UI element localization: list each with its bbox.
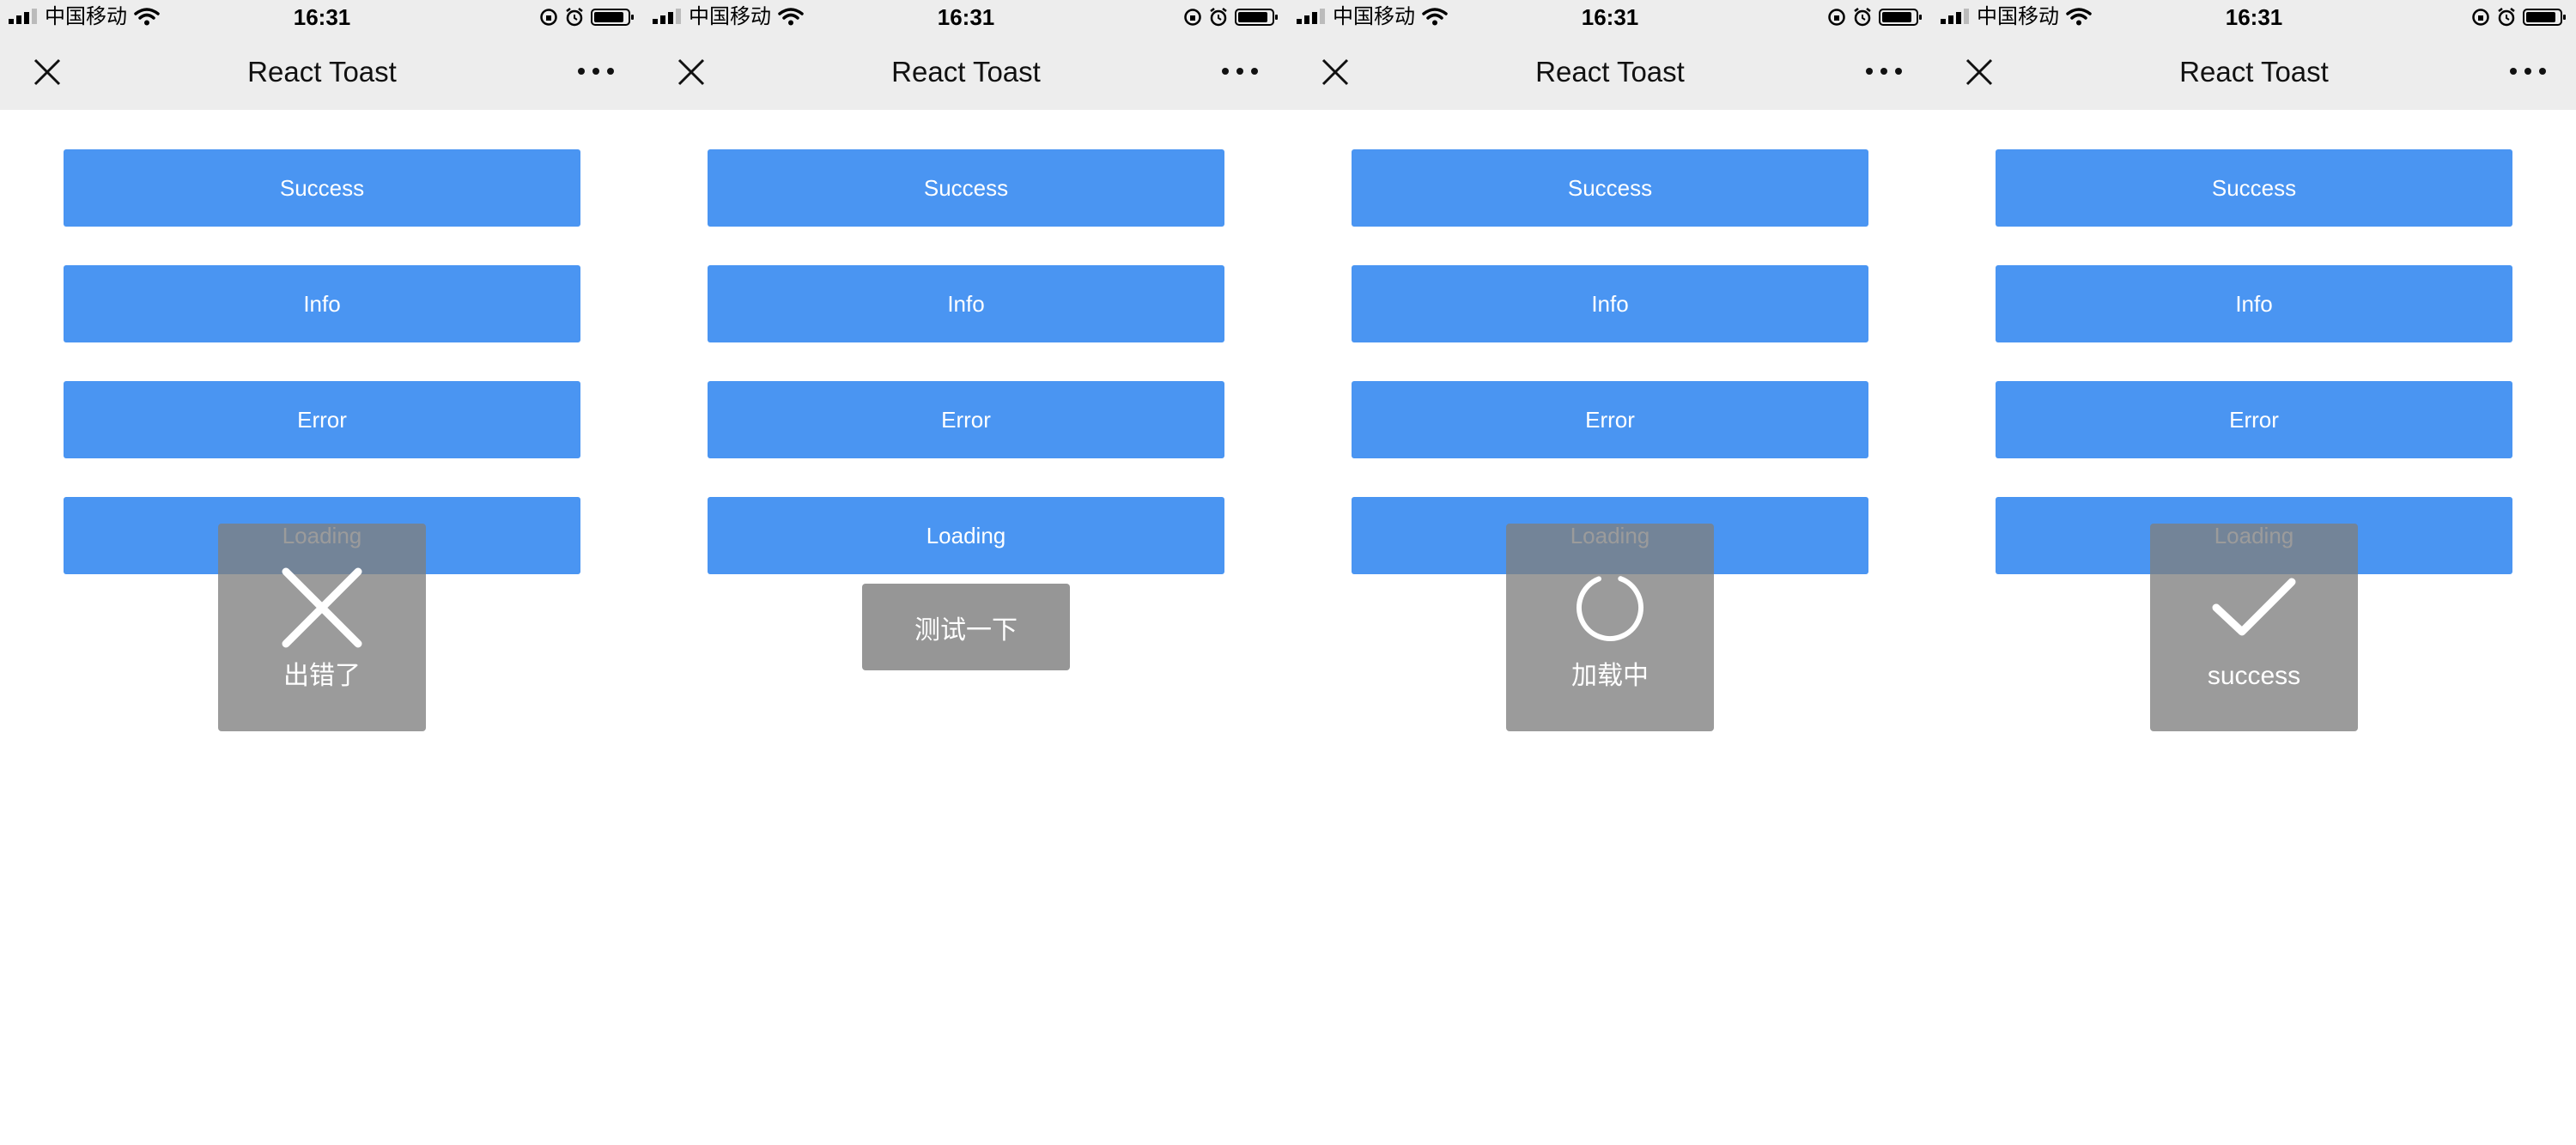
spinner-icon bbox=[1577, 574, 1643, 641]
alarm-icon bbox=[2498, 8, 2515, 27]
error-toast: 出错了 bbox=[218, 524, 426, 731]
toast-text: success bbox=[2207, 662, 2301, 690]
error-button[interactable]: Error bbox=[1352, 381, 1868, 458]
toast-text: 加载中 bbox=[1571, 662, 1649, 690]
toast-text: 测试一下 bbox=[914, 615, 1018, 645]
more-icon[interactable] bbox=[2509, 64, 2547, 78]
phone-screen-loading: 中国移动 16:31 React Toast Success Info Erro… bbox=[1288, 0, 1932, 1145]
alarm-icon bbox=[566, 8, 583, 27]
nav-title: React Toast bbox=[1535, 56, 1685, 88]
status-bar: 中国移动 16:31 bbox=[1932, 0, 2576, 34]
alarm-icon bbox=[1854, 8, 1871, 27]
nav-bar: React Toast bbox=[0, 34, 644, 110]
success-button[interactable]: Success bbox=[1352, 149, 1868, 227]
battery-icon bbox=[1879, 9, 1922, 26]
status-bar: 中国移动 16:31 bbox=[1288, 0, 1932, 34]
phone-screen-info: 中国移动 16:31 React Toast Success Info Erro… bbox=[644, 0, 1288, 1145]
error-button[interactable]: Error bbox=[708, 381, 1224, 458]
nav-title: React Toast bbox=[2179, 56, 2329, 88]
nav-title: React Toast bbox=[891, 56, 1041, 88]
checkmark-icon bbox=[2212, 578, 2296, 636]
nav-title: React Toast bbox=[247, 56, 397, 88]
more-icon[interactable] bbox=[1221, 64, 1259, 78]
success-toast: success bbox=[2150, 524, 2358, 731]
more-icon[interactable] bbox=[1865, 64, 1903, 78]
nav-bar: React Toast bbox=[1932, 34, 2576, 110]
orientation-lock-icon bbox=[540, 9, 557, 26]
success-button[interactable]: Success bbox=[1996, 149, 2512, 227]
loading-toast: 加载中 bbox=[1506, 524, 1714, 731]
orientation-lock-icon bbox=[2472, 9, 2489, 26]
success-button[interactable]: Success bbox=[708, 149, 1224, 227]
phone-screen-error: 中国移动 16:31 React Toast Success Info Erro… bbox=[0, 0, 644, 1145]
loading-button[interactable]: Loading bbox=[708, 497, 1224, 574]
status-bar: 中国移动 16:31 bbox=[0, 0, 644, 34]
status-bar: 中国移动 16:31 bbox=[644, 0, 1288, 34]
error-button[interactable]: Error bbox=[64, 381, 580, 458]
info-toast: 测试一下 bbox=[862, 584, 1070, 670]
nav-bar: React Toast bbox=[1288, 34, 1932, 110]
nav-bar: React Toast bbox=[644, 34, 1288, 110]
battery-icon bbox=[2523, 9, 2566, 26]
info-button[interactable]: Info bbox=[1352, 265, 1868, 342]
orientation-lock-icon bbox=[1184, 9, 1201, 26]
battery-icon bbox=[1235, 9, 1278, 26]
orientation-lock-icon bbox=[1828, 9, 1845, 26]
info-button[interactable]: Info bbox=[1996, 265, 2512, 342]
x-icon bbox=[282, 567, 362, 648]
more-icon[interactable] bbox=[577, 64, 615, 78]
alarm-icon bbox=[1210, 8, 1227, 27]
screenshot-strip: 中国移动 16:31 React Toast Success Info Erro… bbox=[0, 0, 2576, 1145]
phone-screen-success: 中国移动 16:31 React Toast Success Info Erro… bbox=[1932, 0, 2576, 1145]
toast-text: 出错了 bbox=[283, 662, 361, 690]
error-button[interactable]: Error bbox=[1996, 381, 2512, 458]
success-button[interactable]: Success bbox=[64, 149, 580, 227]
info-button[interactable]: Info bbox=[64, 265, 580, 342]
info-button[interactable]: Info bbox=[708, 265, 1224, 342]
battery-icon bbox=[591, 9, 634, 26]
